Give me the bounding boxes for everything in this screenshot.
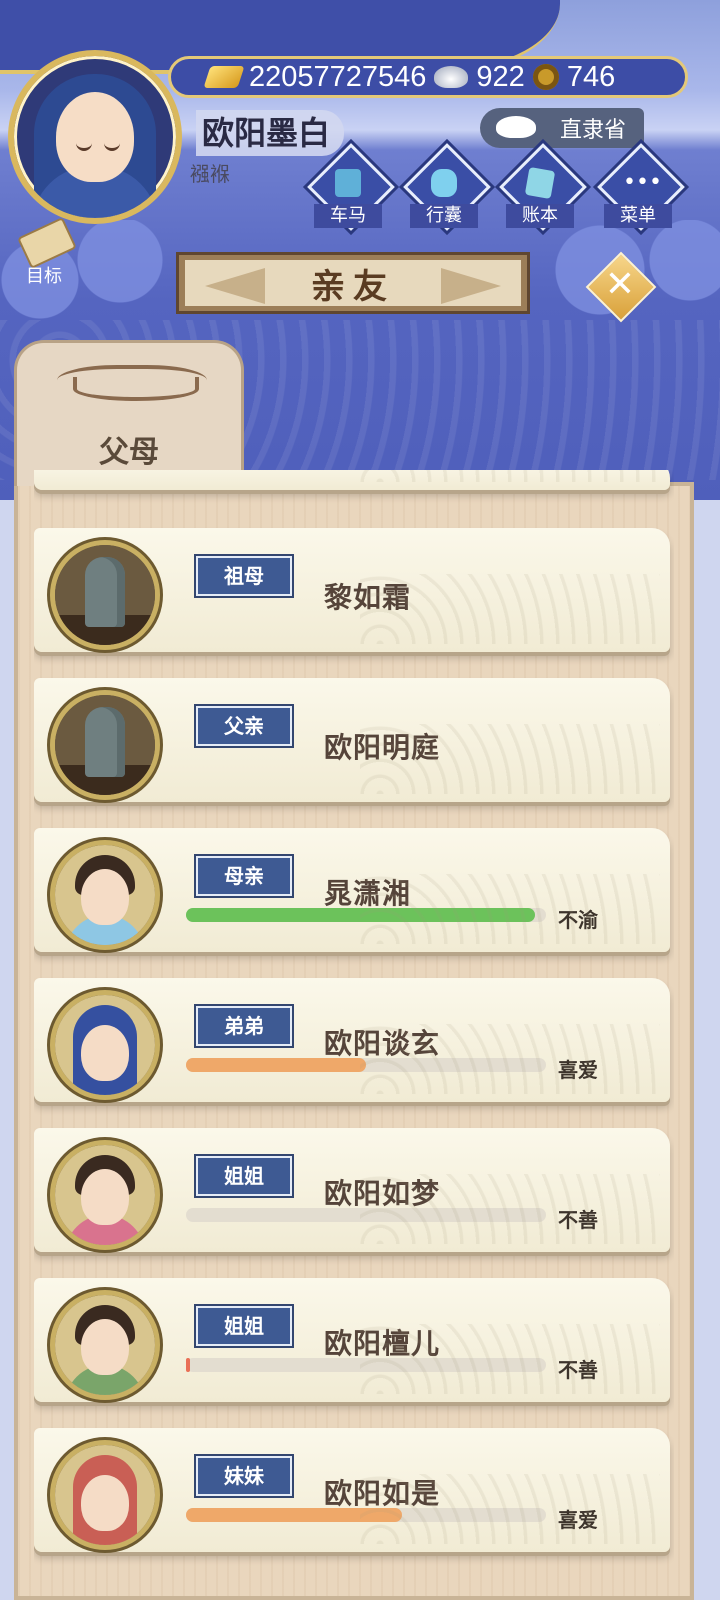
coin-amount: 746 [566,60,616,93]
relative-portrait[interactable] [50,1140,160,1250]
relative-name: 欧阳明庭 [324,731,441,764]
list-item-partial [34,470,670,490]
currency-bar: 22057727546 922 746 [168,56,688,98]
relation-badge: 弟弟 [196,1006,292,1046]
relative-card[interactable]: 弟弟 欧阳谈玄喜爱 [34,978,670,1102]
relative-name: 欧阳谈玄 [324,1027,441,1060]
more-icon: ••• [623,170,662,195]
relative-card[interactable]: 姐姐 欧阳檀儿不善 [34,1278,670,1402]
relative-card[interactable]: 妹妹 欧阳如是喜爱 [34,1428,670,1552]
relative-card[interactable]: 祖母 黎如霜 [34,528,670,652]
silver-amount: 922 [476,60,525,93]
tombstone-icon [85,707,125,777]
relative-card[interactable]: 母亲 晁潇湘不渝 [34,828,670,952]
tab-parents[interactable]: 父母 [14,340,244,486]
relative-card[interactable]: 姐姐 欧阳如梦不善 [34,1128,670,1252]
official-hat-icon [496,116,536,138]
ledger-icon [524,166,556,200]
province-label: 直隶省 [559,118,626,143]
silver-ingot-icon [434,66,469,88]
relation-mood: 不善 [558,1358,598,1382]
relative-card[interactable]: 父亲 欧阳明庭 [34,678,670,802]
menu-button[interactable]: ••• 菜单 [597,143,685,232]
relation-mood: 喜爱 [558,1508,598,1532]
relatives-list[interactable]: 祖母 黎如霜 父亲 欧阳明庭 母亲 晁潇湘 不渝 弟弟 欧阳谈玄 喜爱 姐姐 欧阳如梦 不善 姐姐 欧阳檀儿… [34,470,674,1600]
relative-name: 晁潇湘 [324,877,412,910]
bag-icon [431,169,457,197]
relation-badge: 母亲 [196,856,292,896]
relation-badge: 祖母 [196,556,292,596]
close-button[interactable]: ✕ [585,251,657,323]
gold-amount: 22057727546 [249,60,427,93]
gold-ingot-icon [203,66,245,88]
close-icon: ✕ [604,264,636,305]
carriage-button[interactable]: 车马 [307,143,395,232]
relation-mood: 不善 [558,1208,598,1232]
relative-portrait[interactable] [50,990,160,1100]
relation-badge: 父亲 [196,706,292,746]
player-age-stage: 襁褓 [190,162,230,186]
relative-name: 欧阳如是 [324,1477,441,1510]
relative-portrait[interactable] [50,840,160,950]
bag-button[interactable]: 行囊 [403,143,491,232]
ledger-button[interactable]: 账本 [499,143,587,232]
player-avatar[interactable] [8,50,182,224]
carriage-icon [335,169,361,197]
favor-bar-fill [186,908,536,922]
relative-name: 欧阳檀儿 [324,1327,441,1360]
favor-bar-fill [186,1508,402,1522]
relation-badge: 姐姐 [196,1156,292,1196]
relative-name: 欧阳如梦 [324,1177,441,1210]
favor-bar [186,908,546,922]
page-title: 亲友 [311,266,395,307]
province-button[interactable]: 直隶省 [480,108,644,148]
relative-portrait[interactable] [50,690,160,800]
favor-bar [186,1358,546,1372]
favor-bar [186,1508,546,1522]
favor-bar [186,1058,546,1072]
relation-badge: 妹妹 [196,1456,292,1496]
tombstone-icon [85,557,125,627]
relation-mood: 喜爱 [558,1058,598,1082]
favor-bar [186,1208,546,1222]
copper-coin-icon [532,64,559,90]
favor-bar-fill [186,1058,366,1072]
player-name: 欧阳墨白 [196,110,345,156]
relation-badge: 姐姐 [196,1306,292,1346]
relative-portrait[interactable] [50,540,160,650]
goal-button[interactable]: 目标 [10,217,84,287]
relative-portrait[interactable] [50,1290,160,1400]
relative-portrait[interactable] [50,1440,160,1550]
relative-name: 黎如霜 [324,581,412,614]
title-banner: 亲友 [176,252,530,314]
relation-mood: 不渝 [558,908,598,932]
favor-bar-fill [186,1358,190,1372]
